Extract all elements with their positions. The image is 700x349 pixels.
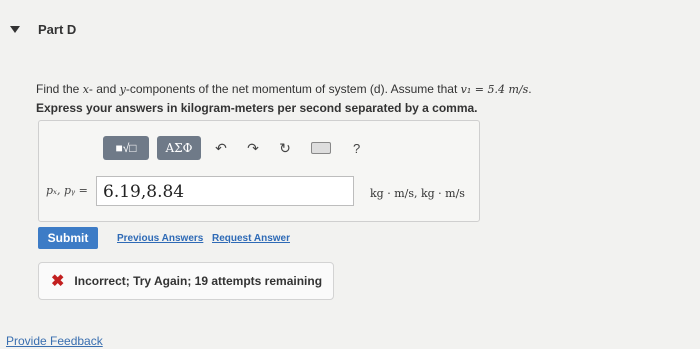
previous-answers-link[interactable]: Previous Answers: [117, 233, 203, 244]
help-icon[interactable]: ?: [353, 141, 360, 156]
part-title: Part D: [38, 22, 77, 37]
instruction-text: Express your answers in kilogram-meters …: [36, 101, 478, 115]
redo-icon[interactable]: ↷: [241, 140, 265, 157]
answer-label: pₓ, pᵧ =: [46, 184, 88, 197]
question-text: Find the x- and y-components of the net …: [36, 82, 532, 96]
question-text-2: - and: [88, 82, 120, 96]
templates-button[interactable]: ■√□: [103, 136, 149, 160]
keyboard-icon[interactable]: [311, 142, 331, 154]
collapse-caret-icon[interactable]: [10, 26, 20, 33]
question-text-4: .: [528, 82, 532, 96]
feedback-text: Incorrect; Try Again; 19 attempts remain…: [74, 274, 323, 288]
submit-button[interactable]: Submit: [38, 227, 98, 249]
assumption-value: v₁ = 5.4 m/s: [460, 83, 529, 96]
reset-icon[interactable]: ↻: [273, 140, 297, 157]
feedback-box: ✖ Incorrect; Try Again; 19 attempts rema…: [38, 262, 334, 300]
undo-icon[interactable]: ↶: [209, 140, 233, 157]
greek-symbols-button[interactable]: ΑΣΦ: [157, 136, 201, 160]
answer-input[interactable]: 6.19,8.84: [96, 176, 354, 206]
question-text-1: Find the: [36, 82, 83, 96]
part-header[interactable]: Part D: [10, 22, 76, 37]
incorrect-x-icon: ✖: [51, 273, 65, 290]
request-answer-link[interactable]: Request Answer: [212, 233, 290, 244]
provide-feedback-link[interactable]: Provide Feedback: [6, 334, 103, 348]
math-toolbar: ■√□ ΑΣΦ ↶ ↷ ↻ ?: [103, 136, 360, 160]
answer-units: kg · m/s, kg · m/s: [370, 187, 465, 200]
question-text-3: -components of the net momentum of syste…: [125, 82, 461, 96]
